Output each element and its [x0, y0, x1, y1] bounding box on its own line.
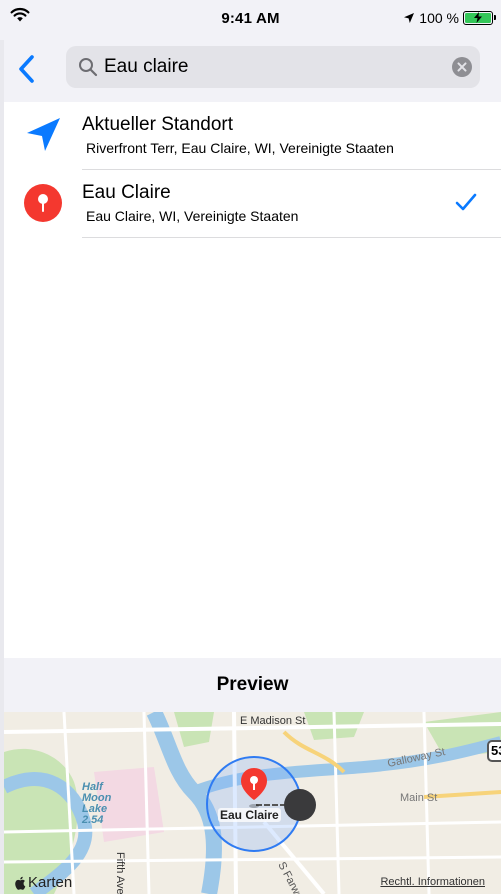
status-bar: 9:41 AM 100 %	[0, 0, 501, 40]
highway-shield: 53	[487, 740, 501, 762]
checkmark-icon	[455, 193, 477, 211]
location-arrow-icon	[27, 118, 60, 151]
search-header: Eau claire	[4, 40, 501, 102]
preview-title: Preview	[216, 674, 289, 695]
battery-percent: 100 %	[419, 10, 459, 26]
result-subtitle: Eau Claire, WI, Vereinigte Staaten	[86, 208, 299, 224]
map-pin-icon	[241, 768, 267, 808]
map-pin-icon	[24, 184, 62, 222]
clear-circle-icon[interactable]	[452, 57, 472, 77]
location-picker-screen: 9:41 AM 100 % Eau claire Aktueller Stand…	[0, 0, 501, 894]
chevron-left-icon[interactable]	[16, 54, 38, 84]
street-label: Fifth Ave	[114, 852, 126, 894]
apple-logo-icon	[15, 876, 26, 890]
result-title: Eau Claire	[82, 182, 171, 203]
place-label: Eau Claire	[218, 808, 281, 822]
list-item[interactable]: Aktueller Standort Riverfront Terr, Eau …	[4, 102, 501, 170]
lake-label: Half Moon Lake 2.54	[82, 781, 112, 826]
status-right: 100 %	[403, 10, 496, 26]
attribution-text: Karten	[28, 874, 73, 891]
list-item[interactable]: Eau Claire Eau Claire, WI, Vereinigte St…	[4, 170, 501, 238]
map-view[interactable]: E Madison St Galloway St Main St Fifth A…	[4, 712, 501, 894]
street-label: Main St	[400, 792, 438, 804]
radius-drag-handle[interactable]	[284, 789, 316, 821]
maps-attribution: Karten	[14, 874, 72, 891]
legal-link[interactable]: Rechtl. Informationen	[380, 876, 485, 888]
result-subtitle: Riverfront Terr, Eau Claire, WI, Vereini…	[86, 140, 394, 156]
location-arrow-icon	[404, 13, 415, 23]
result-title: Aktueller Standort	[82, 114, 234, 135]
row-divider	[82, 237, 501, 238]
search-field[interactable]: Eau claire	[66, 46, 480, 88]
street-label: E Madison St	[240, 715, 306, 727]
battery-charging-icon	[463, 11, 496, 25]
search-input[interactable]: Eau claire	[104, 56, 189, 78]
preview-header: Preview	[4, 658, 501, 712]
results-list: Aktueller Standort Riverfront Terr, Eau …	[4, 102, 501, 238]
search-icon	[79, 58, 98, 77]
